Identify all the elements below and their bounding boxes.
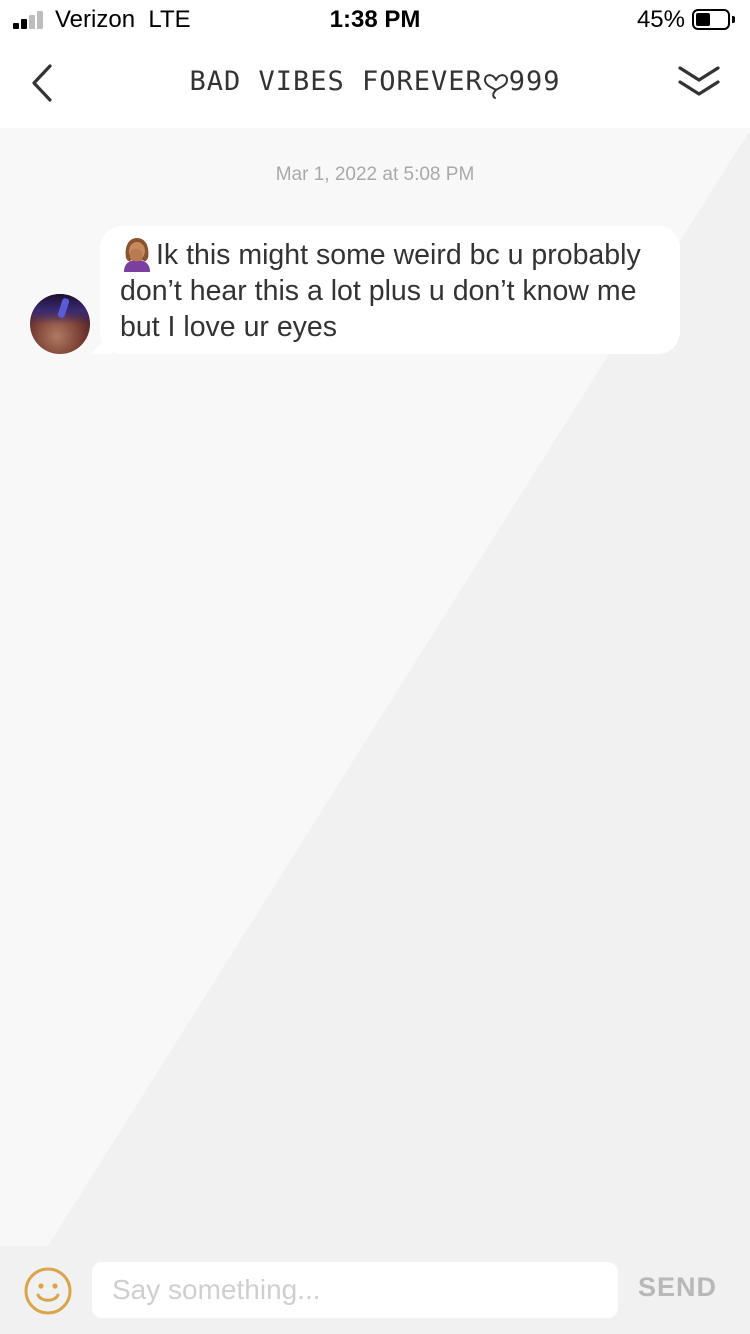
back-button[interactable] — [24, 60, 64, 106]
heart-icon — [483, 74, 508, 99]
send-button[interactable]: SEND — [638, 1272, 717, 1303]
battery-icon — [692, 9, 736, 30]
chat-area[interactable]: Mar 1, 2022 at 5:08 PM Ik this might som… — [0, 128, 750, 1246]
chevron-left-icon — [32, 64, 52, 102]
message-timestamp: Mar 1, 2022 at 5:08 PM — [275, 164, 475, 185]
message-text-container: Ik this might some weird bc u probably d… — [120, 236, 660, 345]
avatar[interactable] — [30, 294, 90, 354]
message-bubble[interactable]: Ik this might some weird bc u probably d… — [100, 226, 680, 354]
message-composer: SEND — [0, 1246, 750, 1334]
conversation-title: BAD VIBES FOREVER 999 — [110, 66, 640, 100]
chat-header: BAD VIBES FOREVER 999 — [0, 40, 750, 128]
message-input[interactable] — [92, 1262, 618, 1318]
conversation-title-text: BAD VIBES FOREVER — [189, 66, 483, 97]
status-bar: Verizon LTE 1:38 PM 45% — [0, 0, 750, 40]
message-text: Ik this might some weird bc u probably d… — [120, 239, 641, 343]
double-chevron-down-icon — [678, 66, 720, 96]
smiley-icon — [24, 1267, 72, 1315]
battery-percentage: 45% — [636, 6, 685, 33]
emoji-button[interactable] — [23, 1266, 73, 1316]
collapse-button[interactable] — [676, 62, 722, 102]
conversation-title-suffix: 999 — [508, 66, 561, 97]
woman-facepalming-emoji — [124, 238, 150, 272]
